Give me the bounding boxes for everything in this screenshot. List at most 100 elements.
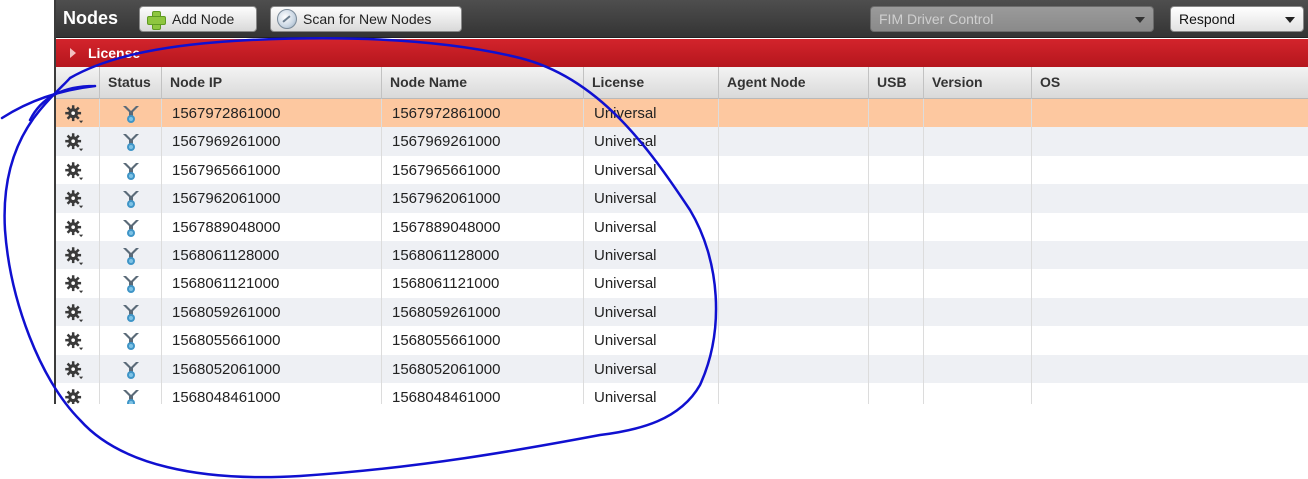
node-ip-cell: 1567972861000 (161, 99, 381, 128)
row-actions-cell (56, 355, 99, 383)
node-status-icon (120, 160, 142, 182)
version-cell (923, 297, 1031, 327)
column-header-usb[interactable]: USB (868, 67, 923, 99)
node-status-icon (120, 188, 142, 210)
agent-node-cell (718, 155, 868, 185)
gear-icon[interactable] (64, 189, 84, 209)
version-cell (923, 269, 1031, 298)
table-row[interactable]: 1567965661000 1567965661000 Universal (56, 155, 1308, 185)
version-cell (923, 99, 1031, 128)
license-cell: Universal (583, 354, 718, 383)
column-header-os[interactable]: OS (1031, 67, 1308, 99)
add-node-button[interactable]: Add Node (139, 6, 257, 32)
node-name-cell: 1568059261000 (381, 297, 583, 327)
usb-cell (868, 269, 923, 298)
version-cell (923, 354, 1031, 383)
agent-node-cell (718, 127, 868, 156)
column-header-version[interactable]: Version (923, 67, 1031, 99)
chevron-down-icon (1285, 17, 1295, 23)
agent-node-cell (718, 383, 868, 404)
gear-icon[interactable] (64, 274, 84, 294)
scan-for-new-nodes-button[interactable]: Scan for New Nodes (270, 6, 462, 32)
gear-icon[interactable] (64, 246, 84, 266)
os-cell (1031, 127, 1308, 156)
node-name-cell: 1568052061000 (381, 354, 583, 383)
license-cell: Universal (583, 127, 718, 156)
column-header-agent-node[interactable]: Agent Node (718, 67, 868, 99)
row-actions-cell (56, 213, 99, 241)
usb-cell (868, 383, 923, 404)
table-row[interactable]: 1567969261000 1567969261000 Universal (56, 127, 1308, 156)
table-row[interactable]: 1568055661000 1568055661000 Universal (56, 326, 1308, 355)
node-name-cell: 1568061128000 (381, 241, 583, 270)
row-actions-cell (56, 383, 99, 404)
usb-cell (868, 354, 923, 383)
table-row[interactable]: 1568061128000 1568061128000 Universal (56, 241, 1308, 270)
status-cell (99, 326, 161, 355)
os-cell (1031, 99, 1308, 128)
version-cell (923, 127, 1031, 156)
usb-cell (868, 155, 923, 185)
version-cell (923, 326, 1031, 355)
table-row[interactable]: 1568048461000 1568048461000 Universal (56, 383, 1308, 404)
license-cell: Universal (583, 269, 718, 298)
agent-node-cell (718, 354, 868, 383)
license-section-header[interactable]: License (56, 39, 1308, 67)
node-name-cell: 1567969261000 (381, 127, 583, 156)
table-row[interactable]: 1567889048000 1567889048000 Universal (56, 212, 1308, 241)
status-cell (99, 155, 161, 185)
version-cell (923, 155, 1031, 185)
node-status-icon (120, 359, 142, 381)
gear-icon[interactable] (64, 104, 84, 124)
version-cell (923, 184, 1031, 213)
node-ip-cell: 1568052061000 (161, 354, 381, 383)
row-actions-cell (56, 184, 99, 212)
gear-icon[interactable] (64, 388, 84, 404)
agent-node-cell (718, 269, 868, 298)
node-ip-cell: 1567889048000 (161, 212, 381, 241)
agent-node-cell (718, 184, 868, 213)
column-header-node-name[interactable]: Node Name (381, 67, 583, 99)
node-name-cell: 1567965661000 (381, 155, 583, 185)
row-actions-cell (56, 99, 99, 127)
license-cell: Universal (583, 326, 718, 355)
node-ip-cell: 1567969261000 (161, 127, 381, 156)
gear-icon[interactable] (64, 303, 84, 323)
gear-icon[interactable] (64, 161, 84, 181)
gear-icon[interactable] (64, 132, 84, 152)
version-cell (923, 241, 1031, 270)
node-status-icon (120, 217, 142, 239)
node-ip-cell: 1568048461000 (161, 383, 381, 404)
usb-cell (868, 184, 923, 213)
gear-icon[interactable] (64, 331, 84, 351)
os-cell (1031, 354, 1308, 383)
expand-arrow-icon[interactable] (70, 48, 76, 58)
respond-select[interactable]: Respond (1170, 6, 1304, 32)
table-row[interactable]: 1567972861000 1567972861000 Universal (56, 99, 1308, 128)
table-row[interactable]: 1568052061000 1568052061000 Universal (56, 354, 1308, 383)
license-cell: Universal (583, 184, 718, 213)
node-status-icon (120, 387, 142, 404)
node-ip-cell: 1567962061000 (161, 184, 381, 213)
node-status-icon (120, 103, 142, 125)
gear-icon[interactable] (64, 360, 84, 380)
column-header-node-ip[interactable]: Node IP (161, 67, 381, 99)
table-row[interactable]: 1568059261000 1568059261000 Universal (56, 297, 1308, 327)
row-actions-cell (56, 241, 99, 269)
node-ip-cell: 1568055661000 (161, 326, 381, 355)
os-cell (1031, 212, 1308, 241)
row-actions-cell (56, 269, 99, 297)
row-actions-cell (56, 298, 99, 326)
page-title: Nodes (63, 8, 119, 28)
status-cell (99, 269, 161, 298)
scan-icon (277, 9, 297, 29)
column-header-license[interactable]: License (583, 67, 718, 99)
table-row[interactable]: 1568061121000 1568061121000 Universal (56, 269, 1308, 298)
node-status-icon (120, 245, 142, 267)
column-header-status[interactable]: Status (99, 67, 161, 99)
table-row[interactable]: 1567962061000 1567962061000 Universal (56, 184, 1308, 213)
fim-driver-control-select[interactable]: FIM Driver Control (870, 6, 1154, 32)
node-status-icon (120, 330, 142, 352)
nodes-panel: Nodes Add Node Scan for New Nodes FIM Dr… (54, 0, 1308, 404)
gear-icon[interactable] (64, 218, 84, 238)
